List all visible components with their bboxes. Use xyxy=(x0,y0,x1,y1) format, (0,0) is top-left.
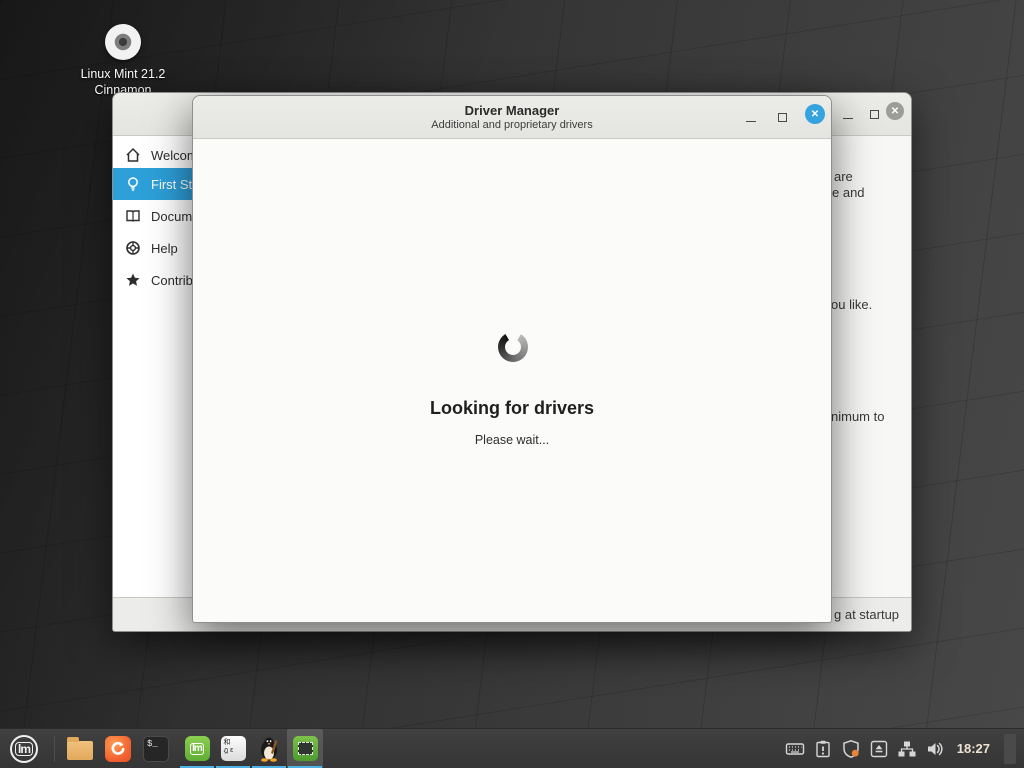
mint-menu-button[interactable]: lm xyxy=(0,729,48,768)
firefox-icon xyxy=(105,736,131,762)
home-icon xyxy=(125,147,141,163)
driver-manager-content: Looking for drivers Please wait... xyxy=(193,140,831,622)
desktop: Linux Mint 21.2 Cinnamon ✕ are e and ou … xyxy=(0,0,1024,768)
content-text-fragment: are xyxy=(834,169,853,184)
taskbar: lm $_ lm xyxy=(0,728,1024,768)
window-list: lm 和 ฎ ε xyxy=(179,729,323,768)
firefox-launcher[interactable] xyxy=(99,729,137,768)
input-method-icon: 和 ฎ ε xyxy=(221,736,246,761)
files-launcher[interactable] xyxy=(61,729,99,768)
taskbar-window-welcome[interactable]: lm xyxy=(179,729,215,768)
window-title: Driver Manager xyxy=(193,103,831,118)
desktop-icon-label-line1: Linux Mint 21.2 xyxy=(48,66,198,82)
terminal-icon: $_ xyxy=(143,736,169,762)
window-subtitle: Additional and proprietary drivers xyxy=(193,119,831,131)
status-message: Please wait... xyxy=(193,433,831,447)
content-text-fragment: nimum to xyxy=(831,409,884,424)
desktop-icon-linux-mint[interactable]: Linux Mint 21.2 Cinnamon xyxy=(48,24,198,98)
content-text-fragment: ou like. xyxy=(831,297,872,312)
content-text-fragment: e and xyxy=(832,185,865,200)
taskbar-window-input-method[interactable]: 和 ฎ ε xyxy=(215,729,251,768)
loading-spinner-icon xyxy=(498,332,528,362)
volume-icon[interactable] xyxy=(925,739,945,759)
disc-icon xyxy=(105,24,141,60)
show-desktop-button[interactable] xyxy=(1004,734,1016,764)
star-icon xyxy=(125,272,141,288)
shield-update-icon[interactable] xyxy=(841,739,861,759)
lightbulb-icon xyxy=(125,176,141,192)
clock[interactable]: 18:27 xyxy=(957,741,990,756)
mint-logo-icon: lm xyxy=(10,735,38,763)
status-heading: Looking for drivers xyxy=(193,398,831,419)
close-button[interactable]: ✕ xyxy=(886,102,904,120)
tux-penguin-icon xyxy=(257,736,281,762)
clipboard-alert-icon[interactable] xyxy=(813,739,833,759)
panel-separator xyxy=(54,736,55,762)
lifesaver-icon xyxy=(125,240,141,256)
book-icon xyxy=(125,208,141,224)
terminal-launcher[interactable]: $_ xyxy=(137,729,175,768)
keyboard-icon[interactable] xyxy=(785,739,805,759)
select-area-icon xyxy=(293,736,318,761)
mint-welcome-icon: lm xyxy=(185,736,210,761)
maximize-button[interactable] xyxy=(773,108,791,126)
close-button[interactable]: ✕ xyxy=(805,104,825,124)
sidebar-item-label: Help xyxy=(151,241,178,256)
maximize-button[interactable] xyxy=(865,105,883,123)
taskbar-window-driver-manager[interactable] xyxy=(287,729,323,768)
eject-icon[interactable] xyxy=(869,739,889,759)
taskbar-window-tux-app[interactable] xyxy=(251,729,287,768)
minimize-button[interactable] xyxy=(839,105,857,123)
driver-manager-titlebar[interactable]: Driver Manager Additional and proprietar… xyxy=(193,96,831,139)
minimize-button[interactable] xyxy=(742,108,760,126)
system-tray: 18:27 xyxy=(785,734,1024,764)
network-icon[interactable] xyxy=(897,739,917,759)
folder-icon xyxy=(67,741,93,760)
driver-manager-window: Driver Manager Additional and proprietar… xyxy=(192,95,832,623)
startup-checkbox-label[interactable]: g at startup xyxy=(834,607,899,622)
